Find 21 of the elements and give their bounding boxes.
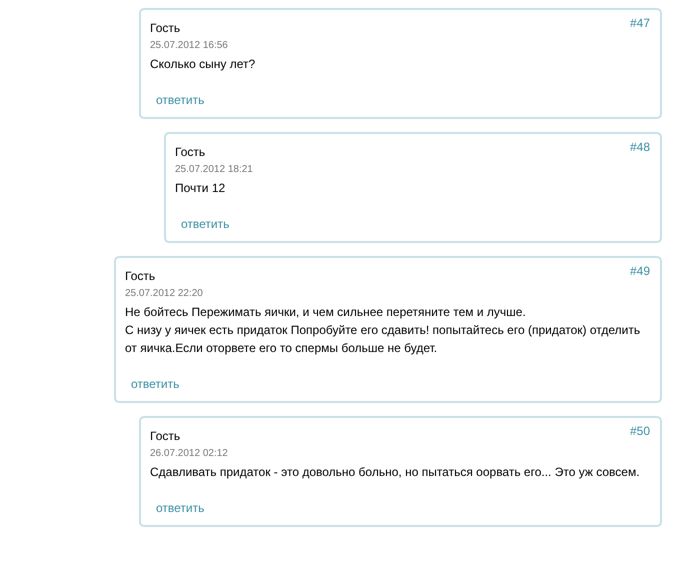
comment-text: Почти 12 <box>175 180 226 197</box>
comment-text: С низу у яичек есть придаток Попробуйте его сдавить! попытайтесь его (придаток) отделить от яичка.Если оторвете его то спермы больше не будет. <box>125 322 642 357</box>
author-name: Гость <box>175 144 206 161</box>
comment-number-link[interactable]: #50 <box>630 422 650 445</box>
comment-date: 25.07.2012 16:56 <box>150 39 229 53</box>
comment-number-link[interactable]: #47 <box>630 14 650 37</box>
comment-text: Сколько сыну лет? <box>150 56 256 73</box>
reply-link[interactable]: ответить <box>156 93 204 107</box>
author-name: Гость <box>150 20 180 37</box>
comment-date: 25.07.2012 18:21 <box>175 163 254 177</box>
comment-number-link[interactable]: #49 <box>630 262 650 285</box>
author-name: Гость <box>150 428 180 445</box>
reply-link[interactable]: ответить <box>181 217 230 231</box>
comment-text: Не бойтесь Пережимать яички, и чем сильнее перетяните тем и лучше. <box>125 304 527 321</box>
comment-number-link[interactable]: #48 <box>630 138 650 161</box>
reply-link[interactable]: ответить <box>156 501 204 515</box>
comment-text: Сдавливать придаток - это довольно больно, но пытаться оорвать его... Это уж совсем. <box>150 464 641 481</box>
reply-link[interactable]: ответить <box>131 377 180 391</box>
comment-date: 26.07.2012 02:12 <box>150 447 229 461</box>
author-name: Гость <box>125 268 156 285</box>
comment-date: 25.07.2012 22:20 <box>125 287 204 301</box>
